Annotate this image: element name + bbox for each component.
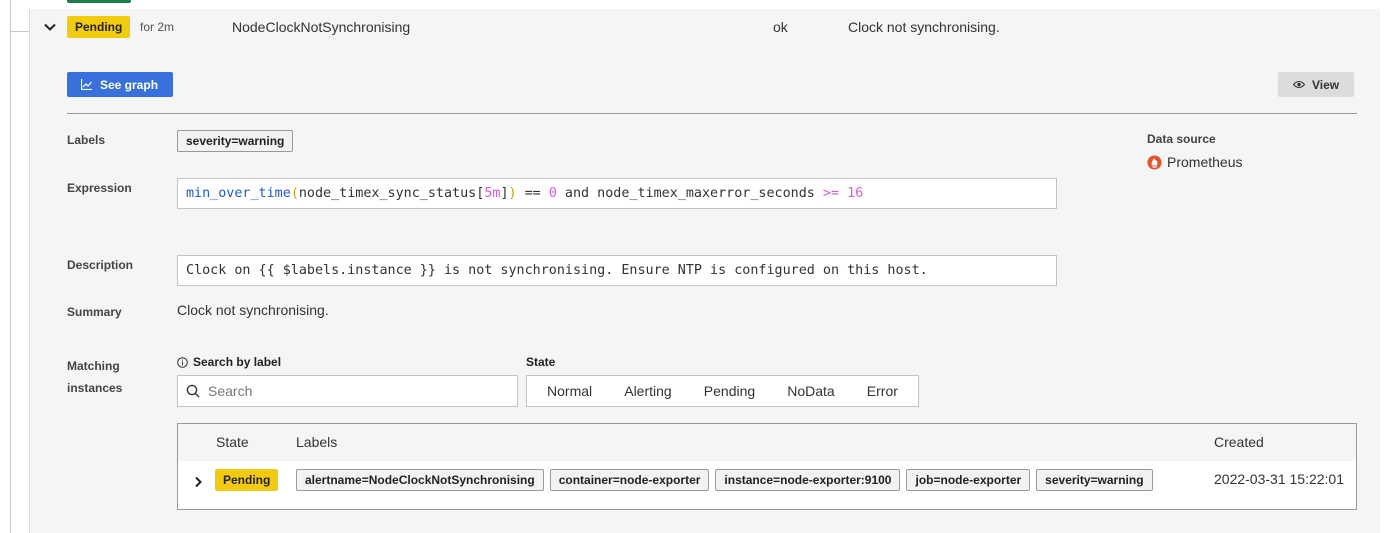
- expression-token: ): [508, 186, 517, 201]
- state-option-nodata[interactable]: NoData: [781, 383, 840, 399]
- expression-token: ==: [516, 186, 549, 201]
- expression-token: 5m: [484, 186, 501, 201]
- previous-row-badge-edge: [67, 0, 131, 3]
- state-filter[interactable]: Normal Alerting Pending NoData Error: [526, 375, 919, 407]
- summary-label: Summary: [67, 305, 122, 319]
- state-option-pending[interactable]: Pending: [698, 383, 761, 399]
- rule-summary: Clock not synchronising.: [848, 19, 1000, 35]
- eye-icon: [1293, 80, 1305, 89]
- instance-created: 2022-03-31 15:22:01: [1214, 471, 1344, 487]
- header-state[interactable]: State: [216, 434, 249, 450]
- view-button[interactable]: View: [1278, 72, 1355, 97]
- expression-token: node_timex_sync_status[: [298, 186, 485, 201]
- description-box[interactable]: Clock on {{ $labels.instance }} is not s…: [177, 255, 1057, 286]
- rule-health: ok: [773, 19, 788, 35]
- instance-label-tag: severity=warning: [1036, 469, 1153, 491]
- instance-labels: alertname=NodeClockNotSynchronising cont…: [296, 469, 1153, 491]
- info-icon: [177, 356, 188, 368]
- data-source-name: Prometheus: [1167, 154, 1243, 170]
- description-label: Description: [67, 258, 134, 272]
- prometheus-icon: [1147, 154, 1162, 170]
- alert-rule-panel: Pending for 2m NodeClockNotSynchronising…: [29, 9, 1380, 533]
- table-header: State Labels Created: [178, 424, 1356, 461]
- state-badge: Pending: [67, 16, 131, 38]
- expression-token: min_over_time: [186, 186, 291, 201]
- instances-table: State Labels Created Pending alertname=N…: [177, 423, 1357, 510]
- header-labels[interactable]: Labels: [296, 434, 337, 450]
- summary-value: Clock not synchronising.: [177, 302, 329, 318]
- matching-label-line2: instances: [67, 381, 123, 395]
- expression-code: min_over_time(node_timex_sync_status[5m]…: [186, 186, 863, 201]
- state-option-error[interactable]: Error: [861, 383, 904, 399]
- instance-label-tag: alertname=NodeClockNotSynchronising: [296, 469, 544, 491]
- rule-row-header[interactable]: Pending for 2m NodeClockNotSynchronising…: [30, 9, 1380, 47]
- rule-name: NodeClockNotSynchronising: [232, 19, 411, 35]
- expression-token: 0: [548, 186, 557, 201]
- graph-icon: [81, 79, 92, 90]
- chevron-down-icon[interactable]: [43, 20, 57, 34]
- expression-token: (: [290, 186, 299, 201]
- state-option-normal[interactable]: Normal: [541, 383, 598, 399]
- data-source-label: Data source: [1147, 132, 1216, 146]
- expression-token: >= 16: [822, 186, 864, 201]
- section-divider: [67, 113, 1357, 114]
- expression-token: and node_timex_maxerror_seconds: [556, 186, 823, 201]
- chevron-right-icon[interactable]: [192, 476, 204, 488]
- search-input[interactable]: [206, 382, 496, 400]
- search-icon: [186, 384, 200, 398]
- data-source-value: Prometheus: [1147, 154, 1242, 170]
- state-duration: for 2m: [140, 20, 175, 34]
- expression-box[interactable]: min_over_time(node_timex_sync_status[5m]…: [177, 178, 1057, 209]
- expression-label: Expression: [67, 181, 132, 195]
- description-text: Clock on {{ $labels.instance }} is not s…: [186, 263, 928, 278]
- instance-label-tag: container=node-exporter: [549, 469, 710, 491]
- see-graph-button[interactable]: See graph: [67, 72, 174, 97]
- tree-line: [10, 0, 11, 533]
- instance-search[interactable]: [177, 375, 518, 407]
- state-option-alerting[interactable]: Alerting: [618, 383, 677, 399]
- instance-label-tag: instance=node-exporter:9100: [715, 469, 901, 491]
- matching-label-line1: Matching: [67, 359, 120, 373]
- matching-instances-label: Matching instances: [67, 355, 122, 399]
- header-created[interactable]: Created: [1214, 434, 1264, 450]
- instance-label-tag: job=node-exporter: [906, 469, 1031, 491]
- instance-state-badge: Pending: [215, 469, 279, 491]
- labels-label: Labels: [67, 133, 106, 147]
- search-by-label-text: Search by label: [193, 355, 282, 369]
- table-row: Pending alertname=NodeClockNotSynchronis…: [178, 461, 1356, 509]
- tree-connector: [10, 31, 30, 32]
- label-tag: severity=warning: [177, 130, 294, 152]
- search-by-label-heading: Search by label: [177, 355, 281, 369]
- expression-token: ]: [500, 186, 509, 201]
- state-filter-label: State: [526, 355, 556, 369]
- view-label: View: [1312, 77, 1340, 92]
- see-graph-label: See graph: [100, 77, 159, 92]
